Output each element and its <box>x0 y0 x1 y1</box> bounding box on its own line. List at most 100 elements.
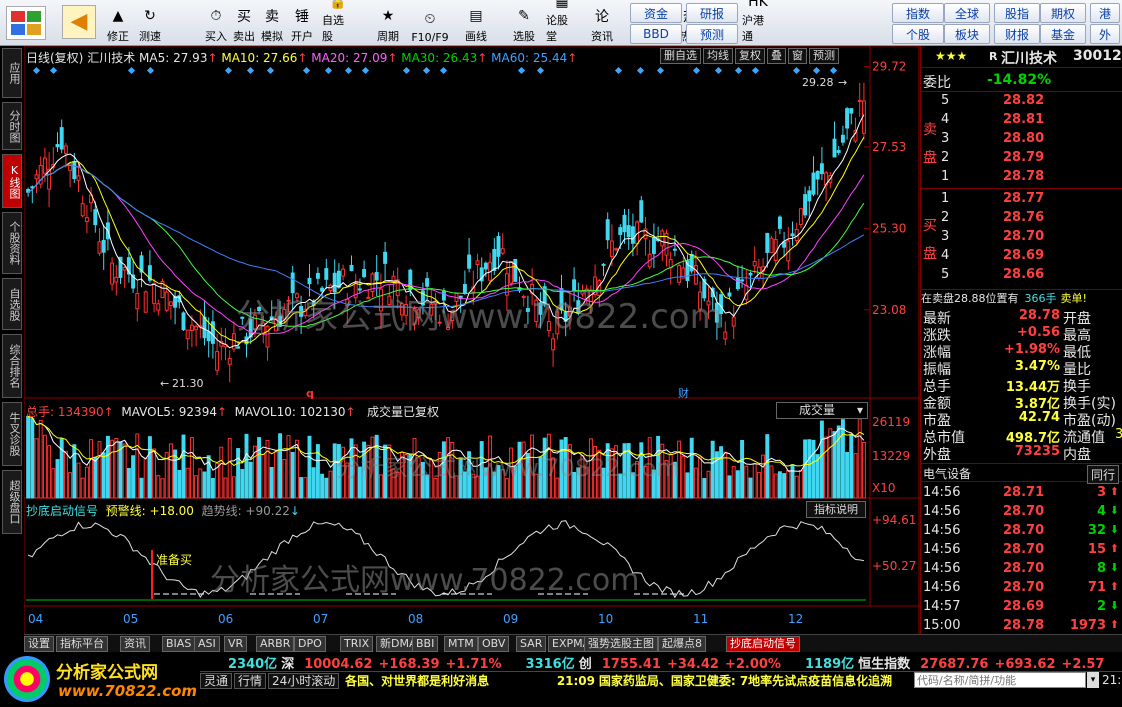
volume-bar <box>798 469 803 499</box>
toolbar-sim-button[interactable]: 卖模拟 <box>256 2 288 44</box>
indicator-tab[interactable]: SAR <box>516 636 547 652</box>
chart-header-button[interactable]: 叠 <box>767 48 786 64</box>
toolbar-small-button[interactable]: 外 <box>1090 24 1120 44</box>
ask-price[interactable]: 28.78 <box>1003 169 1044 184</box>
left-tab[interactable]: 综合排名 <box>2 334 22 398</box>
event-marker-q[interactable]: q <box>306 387 314 400</box>
flower-logo-icon <box>4 656 50 702</box>
event-marker-finance[interactable]: 财 <box>678 386 689 400</box>
indicator-tab[interactable]: TRIX <box>340 636 374 652</box>
toolbar-speed-button[interactable]: ↻ 测速 <box>134 2 166 44</box>
bid-price[interactable]: 28.70 <box>1003 229 1044 244</box>
ask-price[interactable]: 28.79 <box>1003 150 1044 165</box>
tick-time: 14:56 <box>923 580 961 595</box>
toolbar-draw-button[interactable]: ▤ 画线 <box>460 2 492 44</box>
toolbar-small-button[interactable]: 资金 <box>630 3 682 23</box>
candle-body <box>152 283 157 304</box>
left-tab[interactable]: 超级盘口 <box>2 470 22 534</box>
indicator-tab[interactable]: 资讯 <box>120 636 150 652</box>
back-button[interactable]: ◀ <box>62 5 96 39</box>
toolbar-open-button[interactable]: 锤开户 <box>286 2 318 44</box>
toolbar-period-button[interactable]: ★ 周期 <box>372 2 404 44</box>
bid-price[interactable]: 28.69 <box>1003 248 1044 263</box>
indicator-tab[interactable]: 抄底启动信号 <box>726 636 800 652</box>
toolbar-label: 沪港通 <box>742 14 764 43</box>
left-tab[interactable]: 个股资料 <box>2 212 22 274</box>
bid-price[interactable]: 28.77 <box>1003 191 1044 206</box>
arrow-down-icon: ⬇ <box>1109 504 1119 517</box>
candle-body <box>72 161 77 180</box>
toolbar-watchlist-button[interactable]: 🔒 自选股 <box>322 0 354 44</box>
search-dropdown-icon[interactable]: ▾ <box>1087 672 1099 688</box>
toolbar-fix-button[interactable]: ▲ 修正 <box>102 2 134 44</box>
toolbar-pick-button[interactable]: ✎ 选股 <box>508 2 540 44</box>
news-item-2[interactable]: 国家药监局、国家卫健委: 7地率先试点疫苗信息化追溯 <box>599 674 892 688</box>
tick-price: 28.71 <box>1003 485 1045 500</box>
chart-header-button[interactable]: 窗 <box>788 48 807 64</box>
ask-price[interactable]: 28.81 <box>1003 112 1044 127</box>
news-item-1[interactable]: 各国、对世界都是利好消息 <box>345 674 489 688</box>
indicator-tab[interactable]: MTM <box>444 636 478 652</box>
indicator-help-button[interactable]: 指标说明 <box>806 501 866 518</box>
indicator-tab[interactable]: VR <box>224 636 248 652</box>
period-label[interactable]: 日线(复权) <box>26 51 83 65</box>
chart-header-button[interactable]: 均线 <box>703 48 733 64</box>
left-tab[interactable]: 分时图 <box>2 102 22 150</box>
toolbar-news-button[interactable]: 论资讯 <box>586 2 618 44</box>
toolbar-small-button[interactable]: 财报 <box>994 24 1040 44</box>
left-tab[interactable]: 牛叉诊股 <box>2 402 22 466</box>
toolbar-small-button[interactable]: 研报 <box>686 3 738 23</box>
peer-button[interactable]: 同行 <box>1087 465 1120 484</box>
indicator-tab[interactable]: DPO <box>294 636 326 652</box>
price-axis-label: 23.08 <box>872 303 906 317</box>
candle-body <box>551 338 556 351</box>
toolbar-small-button[interactable]: 基金 <box>1040 24 1086 44</box>
chart-header-button[interactable]: 复权 <box>735 48 765 64</box>
kline-svg[interactable]: 29.7227.5325.3023.0829.28 →← 21.30q 财分析家公式网… <box>24 46 920 652</box>
tick-volume: 8 <box>1096 561 1106 576</box>
kline-chart-area[interactable]: 29.72 27.53 25.30 23.08 29.28 → ← 21.30 q 财分析家公式网… <box>24 46 920 652</box>
max-arrow-icon: → <box>838 76 847 89</box>
indicator-tab[interactable]: ARBR <box>256 636 295 652</box>
toolbar-small-button[interactable]: 预测 <box>686 24 738 44</box>
toolbar-small-button[interactable]: BBD <box>630 24 682 44</box>
indicator-tab[interactable]: 指标平台 <box>56 636 108 652</box>
toolbar-small-button[interactable]: 指数 <box>892 3 944 23</box>
indicator-tab[interactable]: BBI <box>412 636 439 652</box>
bid-level: 5 <box>941 267 950 282</box>
left-tab[interactable]: K线图 <box>2 154 22 208</box>
ask-price[interactable]: 28.80 <box>1003 131 1044 146</box>
indicator-tab[interactable]: 强势选股主图 <box>584 636 658 652</box>
indicator-tab[interactable]: BIAS <box>162 636 196 652</box>
indicator-tab[interactable]: 设置 <box>24 636 54 652</box>
bid-price[interactable]: 28.66 <box>1003 267 1044 282</box>
indicator-tab[interactable]: 起爆点8 <box>658 636 706 652</box>
search-input[interactable] <box>914 672 1086 688</box>
toolbar-small-button[interactable]: 全球 <box>944 3 990 23</box>
toolbar-f10-button[interactable]: ⏲ F10/F9 <box>408 2 452 44</box>
toolbar-hk-button[interactable]: HK 沪港通 <box>742 0 774 44</box>
toolbar-small-button[interactable]: 个股 <box>892 24 944 44</box>
toolbar-forum-button[interactable]: ▦ 论股堂 <box>546 0 578 44</box>
news-tab[interactable]: 24小时滚动 <box>268 673 340 689</box>
volume-indicator-select[interactable]: 成交量 ▾ <box>776 402 868 419</box>
news-tab[interactable]: 行情 <box>234 673 267 689</box>
indicator-name-label[interactable]: 抄底启动信号 <box>26 504 98 518</box>
trend-line-label: 趋势线: +90.22 <box>201 504 290 518</box>
tick-time: 14:56 <box>923 561 961 576</box>
left-tab[interactable]: 应用 <box>2 48 22 98</box>
sector-label[interactable]: 电气设备 <box>923 465 971 482</box>
toolbar-small-button[interactable]: 股指 <box>994 3 1040 23</box>
ask-price[interactable]: 28.82 <box>1003 93 1044 108</box>
toolbar-small-button[interactable]: 期权 <box>1040 3 1086 23</box>
bid-price[interactable]: 28.76 <box>1003 210 1044 225</box>
news-tab[interactable]: 灵通 <box>200 673 233 689</box>
indicator-tab[interactable]: OBV <box>478 636 510 652</box>
toolbar-small-button[interactable]: 港 <box>1090 3 1120 23</box>
left-tab[interactable]: 自选股 <box>2 278 22 330</box>
indicator-tab[interactable]: ASI <box>194 636 220 652</box>
chart-header-button[interactable]: 预测 <box>809 48 839 64</box>
toolbar-small-button[interactable]: 板块 <box>944 24 990 44</box>
volume-bar <box>135 433 140 499</box>
chart-header-button[interactable]: 删自选 <box>660 48 701 64</box>
